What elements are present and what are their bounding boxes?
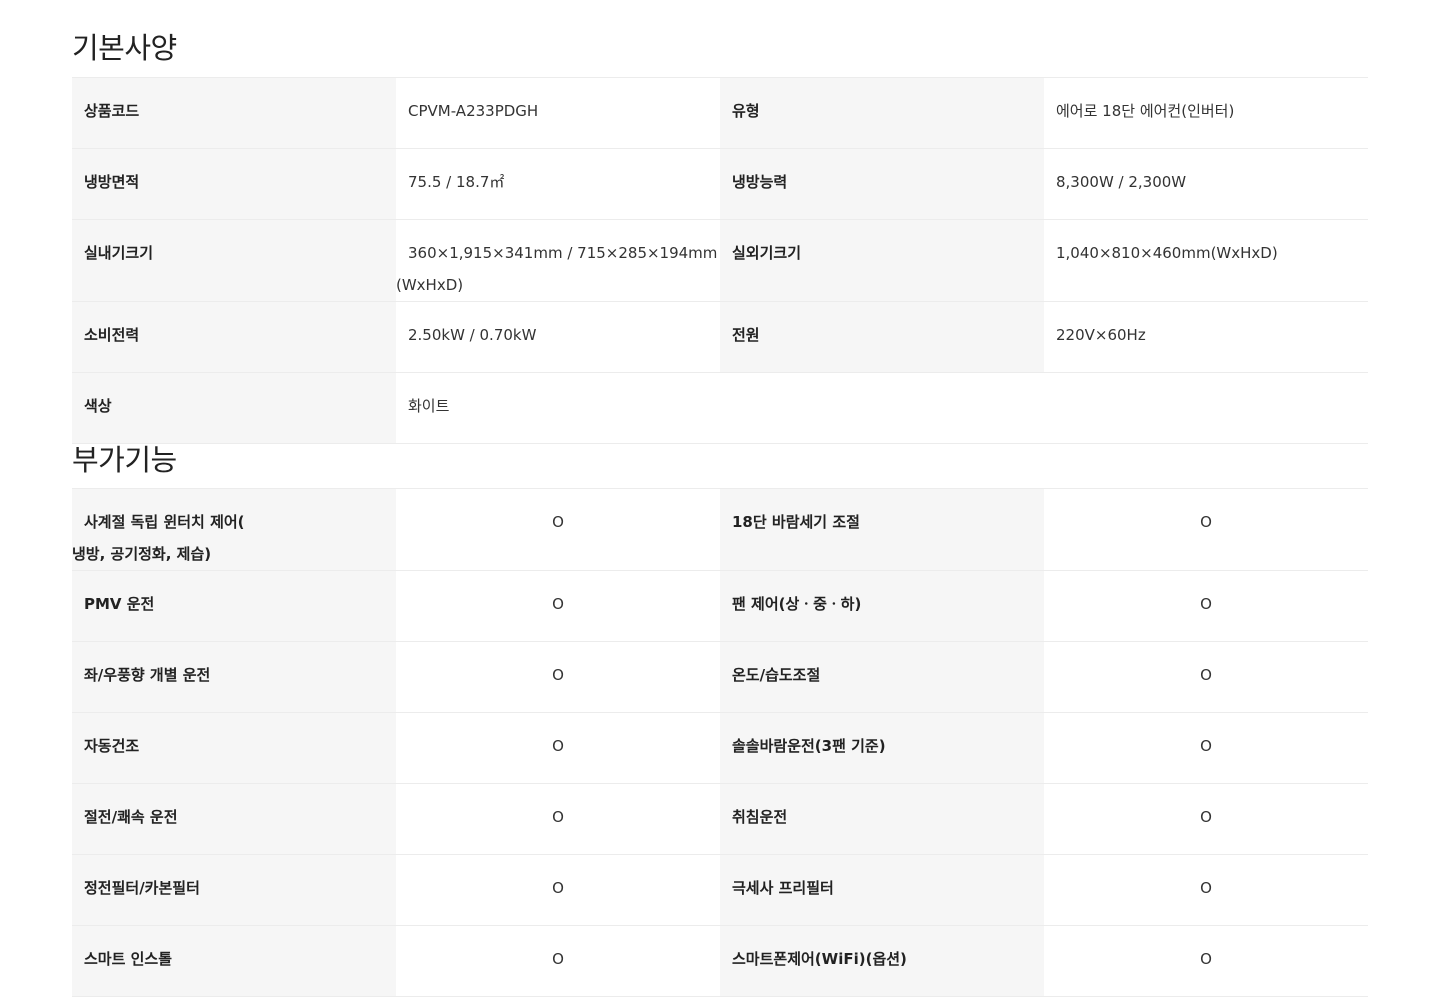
feature-value: O [396,641,720,713]
spec-value: 8,300W / 2,300W [1044,148,1368,220]
spec-label: 유형 [720,77,1044,149]
empty-cell [1044,372,1368,444]
feature-value: O [396,783,720,855]
spec-label: 실내기크기 [72,219,396,302]
feature-label: 18단 바람세기 조절 [720,488,1044,571]
feature-label: 좌/우풍향 개별 운전 [72,641,396,713]
section-title-basic-spec: 기본사양 [72,31,177,65]
feature-value: O [396,488,720,571]
table-row: 자동건조 O 솔솔바람운전(3팬 기준) O [72,712,1368,784]
spec-value: 에어로 18단 에어컨(인버터) [1044,77,1368,149]
feature-label: 스마트폰제어(WiFi)(옵션) [720,925,1044,997]
feature-value: O [1044,488,1368,571]
spec-label: 냉방능력 [720,148,1044,220]
table-row: 실내기크기 360×1,915×341mm / 715×285×194mm (W… [72,219,1368,302]
section-title-extra-features: 부가기능 [72,443,177,477]
table-row: 좌/우풍향 개별 운전 O 온도/습도조절 O [72,641,1368,713]
feature-value: O [396,854,720,926]
feature-value: O [396,925,720,997]
spec-value: 1,040×810×460mm(WxHxD) [1044,219,1368,302]
spec-label: 냉방면적 [72,148,396,220]
spec-label: 색상 [72,372,396,444]
extra-features-table: 사계절 독립 윈터치 제어( 냉방, 공기정화, 제습) O 18단 바람세기 … [72,488,1368,997]
feature-value: O [1044,783,1368,855]
spec-value: CPVM-A233PDGH [396,77,720,149]
feature-label: 절전/쾌속 운전 [72,783,396,855]
spec-label: 전원 [720,301,1044,373]
feature-label: 자동건조 [72,712,396,784]
spec-value: 360×1,915×341mm / 715×285×194mm (WxHxD) [396,219,720,302]
feature-value: O [1044,925,1368,997]
feature-value: O [1044,854,1368,926]
feature-value: O [1044,641,1368,713]
table-row: 사계절 독립 윈터치 제어( 냉방, 공기정화, 제습) O 18단 바람세기 … [72,488,1368,571]
table-row: PMV 운전 O 팬 제어(상ㆍ중ㆍ하) O [72,570,1368,642]
table-row: 상품코드 CPVM-A233PDGH 유형 에어로 18단 에어컨(인버터) [72,77,1368,149]
basic-spec-table: 상품코드 CPVM-A233PDGH 유형 에어로 18단 에어컨(인버터) 냉… [72,77,1368,444]
table-row: 색상 화이트 [72,372,1368,444]
spec-value-line: 360×1,915×341mm / 715×285×194mm [408,244,718,262]
table-row: 정전필터/카본필터 O 극세사 프리필터 O [72,854,1368,926]
feature-label: 팬 제어(상ㆍ중ㆍ하) [720,570,1044,642]
spec-label: 실외기크기 [720,219,1044,302]
feature-value: O [1044,570,1368,642]
spec-label: 상품코드 [72,77,396,149]
spec-value: 75.5 / 18.7㎡ [396,148,720,220]
empty-cell [720,372,1044,444]
feature-label: 취침운전 [720,783,1044,855]
feature-label: 온도/습도조절 [720,641,1044,713]
feature-label: PMV 운전 [72,570,396,642]
feature-label: 솔솔바람운전(3팬 기준) [720,712,1044,784]
feature-value: O [1044,712,1368,784]
feature-value: O [396,712,720,784]
feature-label: 스마트 인스톨 [72,925,396,997]
spec-page: 기본사양 상품코드 CPVM-A233PDGH 유형 에어로 18단 에어컨(인… [0,0,1440,997]
feature-label-line: 사계절 독립 윈터치 제어( [84,513,245,531]
table-row: 절전/쾌속 운전 O 취침운전 O [72,783,1368,855]
table-row: 냉방면적 75.5 / 18.7㎡ 냉방능력 8,300W / 2,300W [72,148,1368,220]
table-row: 소비전력 2.50kW / 0.70kW 전원 220V×60Hz [72,301,1368,373]
feature-label: 사계절 독립 윈터치 제어( 냉방, 공기정화, 제습) [72,488,396,571]
table-row: 스마트 인스톨 O 스마트폰제어(WiFi)(옵션) O [72,925,1368,997]
spec-value: 2.50kW / 0.70kW [396,301,720,373]
feature-value: O [396,570,720,642]
spec-value: 220V×60Hz [1044,301,1368,373]
spec-value: 화이트 [396,372,720,444]
feature-label-line: 냉방, 공기정화, 제습) [72,545,212,563]
feature-label: 정전필터/카본필터 [72,854,396,926]
spec-value-line: (WxHxD) [396,276,464,294]
spec-label: 소비전력 [72,301,396,373]
feature-label: 극세사 프리필터 [720,854,1044,926]
